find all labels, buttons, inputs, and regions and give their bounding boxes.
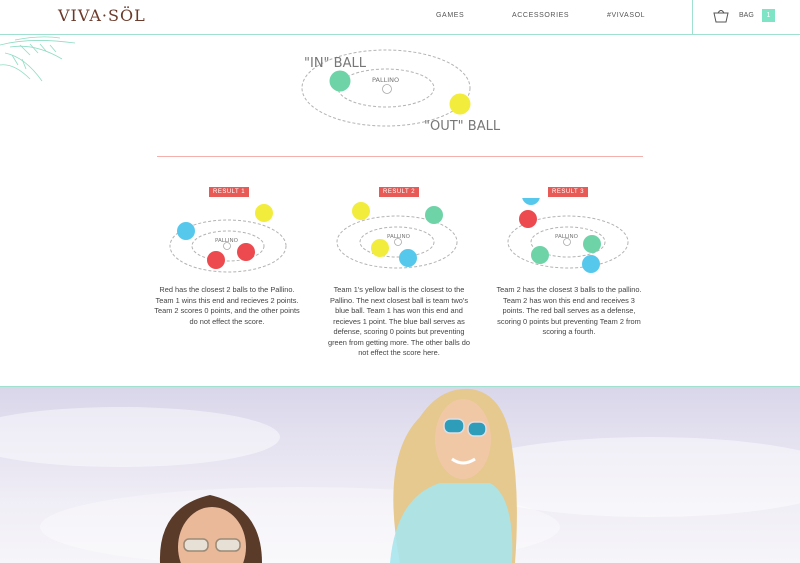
bag-button[interactable]: BAG 1 bbox=[692, 0, 800, 34]
out-ball-label: "OUT" BALL bbox=[424, 119, 501, 134]
lifestyle-photo bbox=[0, 387, 800, 563]
section-divider bbox=[157, 156, 643, 157]
result-3-tag: RESULT 3 bbox=[548, 187, 589, 197]
out-ball bbox=[449, 93, 471, 115]
result-1-tag: RESULT 1 bbox=[209, 187, 250, 197]
site-logo[interactable]: VIVA·SÖL bbox=[58, 6, 146, 25]
result-2-diagram: PALLINO bbox=[336, 202, 458, 269]
in-ball-label: "IN" BALL bbox=[304, 56, 367, 71]
basket-icon bbox=[713, 10, 729, 23]
result-2-pallino-label: PALLINO bbox=[387, 234, 411, 240]
result-1-description: Red has the closest 2 balls to the Palli… bbox=[154, 285, 300, 326]
nav-vivasol[interactable]: #VIVASOL bbox=[607, 12, 645, 19]
bag-label: BAG bbox=[739, 12, 754, 19]
in-ball bbox=[329, 70, 351, 92]
result-2-tag: RESULT 2 bbox=[379, 187, 420, 197]
palm-sketch-icon bbox=[0, 36, 76, 82]
result-3-diagram: PALLINO bbox=[507, 198, 629, 273]
site-header: VIVA·SÖL GAMES ACCESSORIES #VIVASOL BAG … bbox=[0, 0, 800, 35]
result-3-description: Team 2 has the closest 3 balls to the pa… bbox=[496, 285, 642, 336]
hero-pallino-label: PALLINO bbox=[372, 76, 399, 84]
result-2-description: Team 1's yellow ball is the closest to t… bbox=[327, 285, 470, 357]
in-out-diagram: "IN" BALL PALLINO "OUT" BALL bbox=[301, 49, 501, 134]
nav-games[interactable]: GAMES bbox=[436, 12, 464, 19]
pallino-ball bbox=[382, 84, 392, 94]
result-1-pallino-label: PALLINO bbox=[215, 238, 239, 244]
lifestyle-photo-illustration bbox=[0, 388, 800, 563]
bag-count-badge: 1 bbox=[762, 9, 775, 22]
nav-accessories[interactable]: ACCESSORIES bbox=[512, 12, 569, 19]
result-3-pallino-label: PALLINO bbox=[555, 234, 579, 240]
result-1-diagram: PALLINO bbox=[169, 204, 287, 273]
